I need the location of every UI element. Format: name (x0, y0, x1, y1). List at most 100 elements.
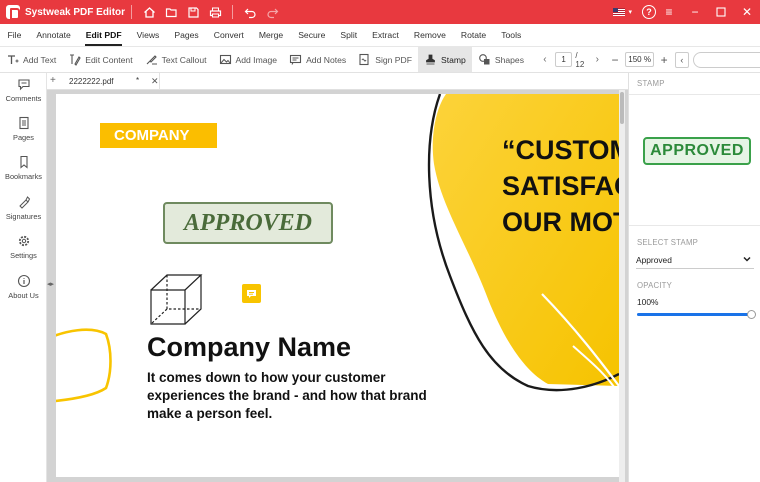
sidebar-item-bookmarks[interactable]: Bookmarks (0, 155, 47, 181)
sign-pdf-tool[interactable]: Sign PDF (352, 47, 418, 72)
sidebar-label-settings: Settings (10, 251, 37, 260)
menu-views[interactable]: Views (129, 24, 167, 46)
folder-open-icon[interactable] (160, 2, 182, 22)
document-tab-name: 2222222.pdf (69, 77, 114, 86)
menu-tools[interactable]: Tools (494, 24, 529, 46)
pdf-editor-window: Systweak PDF Editor ▾ ? ≡ − ✕ File Annot… (0, 0, 760, 482)
add-image-tool[interactable]: Add Image (213, 47, 284, 72)
zoom-out-button[interactable]: − (608, 53, 622, 67)
signature-icon (18, 196, 30, 209)
menu-rotate[interactable]: Rotate (453, 24, 493, 46)
text-callout-tool[interactable]: Text Callout (139, 47, 213, 72)
title-separator (131, 5, 133, 19)
slider-knob[interactable] (747, 310, 756, 319)
sidebar-item-about-us[interactable]: About Us (0, 274, 47, 300)
help-icon[interactable]: ? (642, 5, 656, 19)
document-tab[interactable]: 2222222.pdf * ✕ (64, 73, 160, 90)
us-flag-icon[interactable] (613, 8, 626, 16)
vertical-scrollbar[interactable] (619, 90, 625, 482)
close-tab-icon[interactable]: ✕ (151, 76, 159, 87)
stamp-preview[interactable]: APPROVED (643, 137, 751, 165)
print-icon[interactable] (204, 2, 226, 22)
panel-divider (629, 94, 760, 95)
title-bar-right: ▾ ? ≡ − ✕ (613, 0, 760, 24)
sidebar-label-comments: Comments (5, 94, 42, 103)
menu-pages[interactable]: Pages (167, 24, 206, 46)
cube-icon (150, 274, 203, 325)
home-icon[interactable] (138, 2, 160, 22)
tagline-paragraph: It comes down to how your customer exper… (147, 370, 427, 421)
search-prev-button[interactable]: ‹ (675, 51, 689, 68)
account-menu-icon[interactable]: ≡ (656, 0, 682, 24)
add-text-icon (6, 53, 19, 66)
minimize-button[interactable]: − (682, 0, 708, 24)
shapes-icon (478, 53, 491, 66)
maximize-button[interactable] (708, 0, 734, 24)
search-input[interactable] (692, 51, 760, 68)
add-notes-tool[interactable]: Add Notes (283, 47, 352, 72)
title-bar: Systweak PDF Editor ▾ ? ≡ − ✕ (0, 0, 760, 24)
sidebar-item-signatures[interactable]: Signatures (0, 195, 47, 221)
sidebar-item-settings[interactable]: Settings (0, 234, 47, 260)
next-page-button[interactable]: › (590, 52, 604, 68)
sign-pdf-icon (358, 53, 371, 66)
stamp-label: Stamp (441, 54, 466, 65)
shapes-label: Shapes (494, 54, 524, 65)
menu-edit-pdf[interactable]: Edit PDF (78, 24, 129, 46)
menu-extract[interactable]: Extract (365, 24, 407, 46)
add-image-label: Add Image (235, 54, 278, 65)
save-icon[interactable] (182, 2, 204, 22)
menu-convert[interactable]: Convert (206, 24, 251, 46)
stamp-icon (424, 53, 437, 66)
prev-page-button[interactable]: ‹ (538, 52, 552, 68)
sidebar-label-pages: Pages (13, 133, 34, 142)
text-callout-icon (145, 53, 158, 66)
menu-remove[interactable]: Remove (406, 24, 453, 46)
approved-stamp[interactable]: APPROVED (163, 202, 333, 244)
sidebar-label-about-us: About Us (8, 291, 39, 300)
menu-merge[interactable]: Merge (251, 24, 290, 46)
edit-toolbar: Add Text Edit Content Text Callout Add I… (0, 46, 760, 73)
scrollbar-thumb[interactable] (620, 92, 624, 124)
menu-secure[interactable]: Secure (291, 24, 333, 46)
sidebar-item-pages[interactable]: Pages (0, 116, 47, 142)
menu-annotate[interactable]: Annotate (29, 24, 78, 46)
close-button[interactable]: ✕ (734, 0, 760, 24)
bookmark-icon (19, 155, 28, 169)
language-chevron-down-icon[interactable]: ▾ (628, 8, 632, 16)
edit-content-tool[interactable]: Edit Content (62, 47, 138, 72)
panel-heading: STAMP (637, 79, 665, 88)
menu-split[interactable]: Split (333, 24, 365, 46)
add-text-label: Add Text (23, 54, 57, 65)
redo-icon[interactable] (261, 2, 283, 22)
page-navigator: ‹ 1 / 12 › − 150 % + ‹ › (538, 51, 760, 69)
undo-icon[interactable] (239, 2, 261, 22)
new-tab-button[interactable]: + (50, 75, 56, 86)
stamp-tool[interactable]: Stamp (418, 47, 472, 72)
comment-note-icon[interactable] (242, 284, 261, 303)
quote-line: “CUSTOM (502, 135, 619, 165)
chevron-down-icon (742, 254, 752, 268)
zoom-in-button[interactable]: + (657, 53, 671, 67)
total-pages: / 12 (575, 50, 585, 69)
menu-file[interactable]: File (0, 24, 29, 46)
stamp-properties-panel: STAMP APPROVED SELECT STAMP Approved OPA… (628, 73, 760, 482)
edit-content-icon (68, 53, 81, 66)
company-tag: COMPANY (100, 123, 217, 148)
sidebar-item-comments[interactable]: Comments (0, 77, 47, 103)
page-number-input[interactable]: 1 (554, 52, 573, 67)
menu-bar: File Annotate Edit PDF Views Pages Conve… (0, 24, 760, 46)
sidebar-label-signatures: Signatures (5, 212, 42, 221)
zoom-level-input[interactable]: 150 % (624, 52, 655, 67)
shapes-tool[interactable]: Shapes (472, 47, 530, 72)
collapse-sidebar-handle[interactable]: ◂▸ (47, 280, 54, 288)
add-notes-label: Add Notes (306, 54, 347, 65)
add-notes-icon (289, 53, 302, 66)
pages-icon (18, 116, 29, 130)
stamp-select-dropdown[interactable]: Approved (636, 253, 754, 269)
pdf-page[interactable]: COMPANY APPROVED Company Name It comes d… (56, 94, 619, 477)
company-name-heading: Company Name (147, 332, 352, 362)
opacity-slider[interactable] (637, 310, 756, 319)
quote-text: “CUSTOM SATISFAC OUR MOT (502, 132, 619, 240)
add-text-tool[interactable]: Add Text (0, 47, 62, 72)
